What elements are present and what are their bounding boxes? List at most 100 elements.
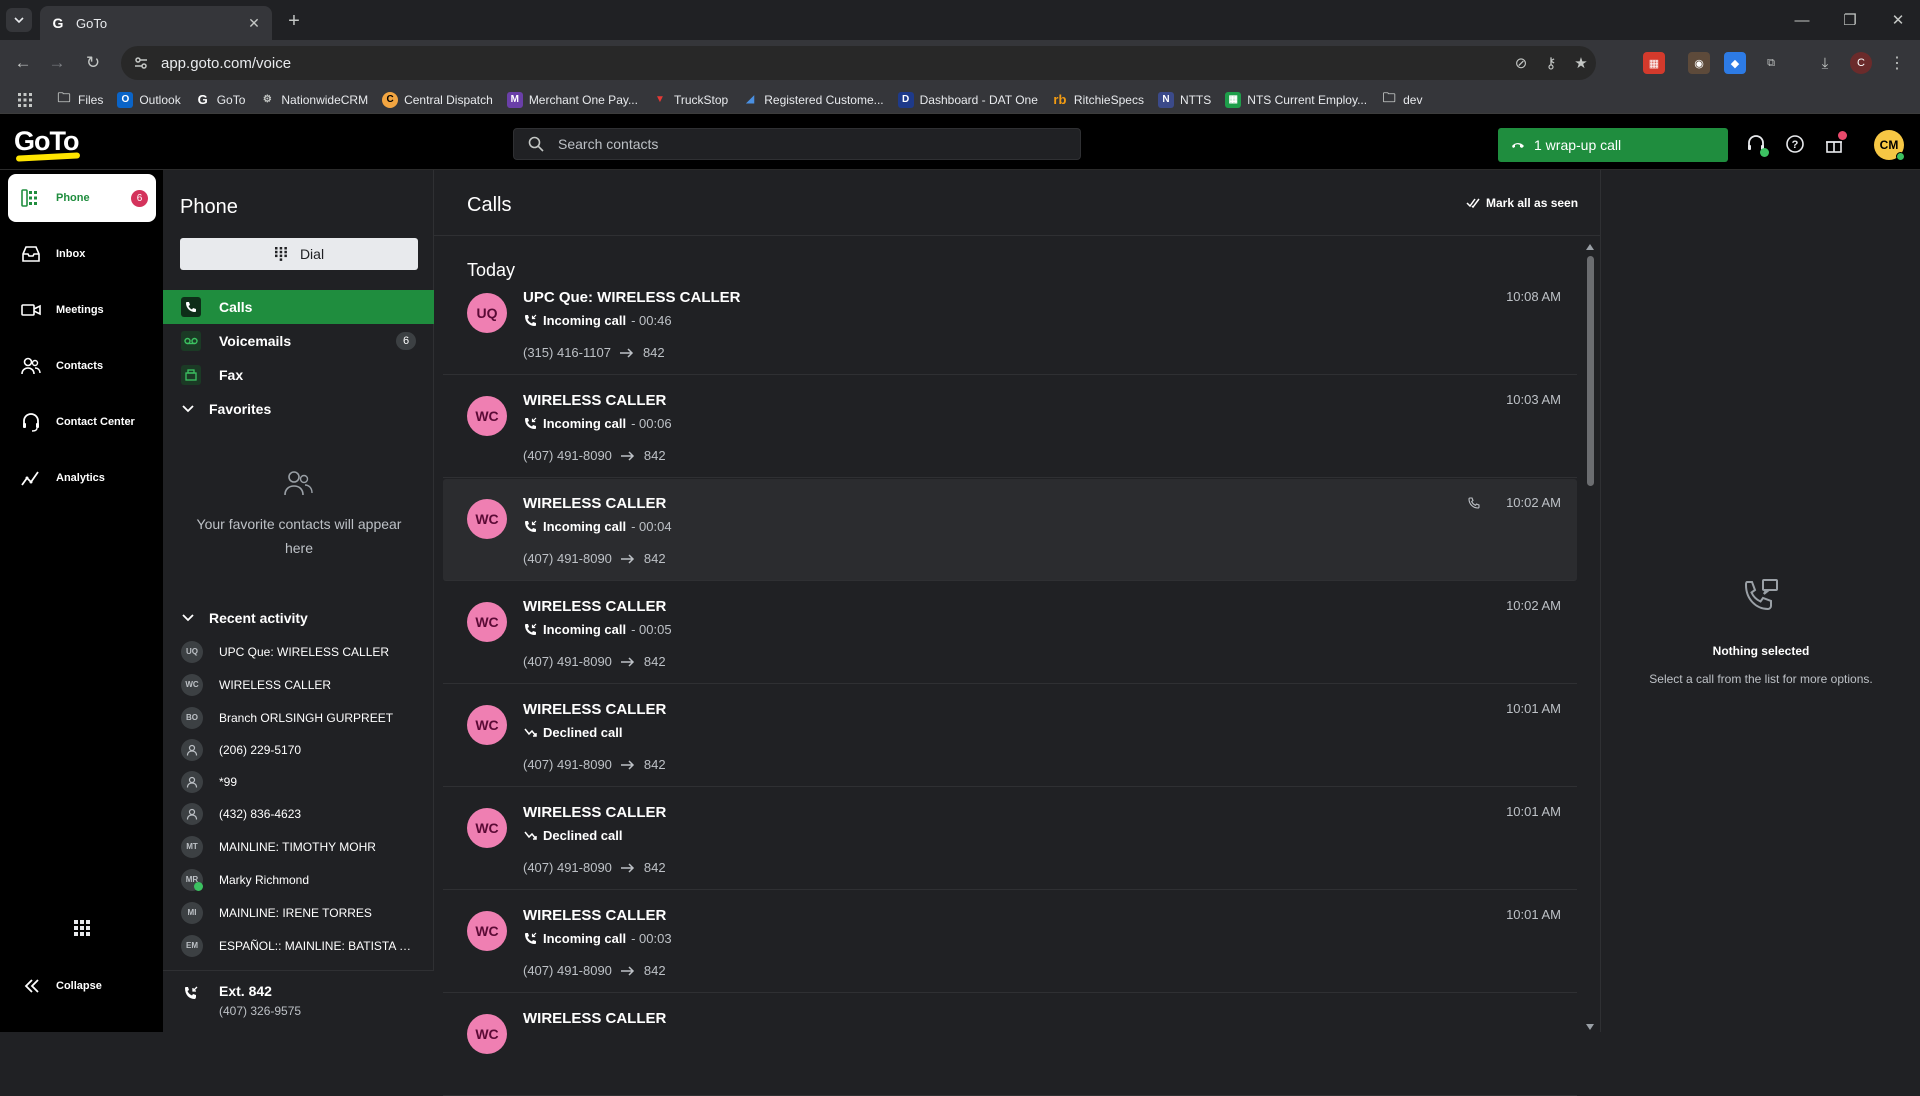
call-time: 10:01 AM [1506,804,1561,819]
extension-info[interactable]: Ext. 842 (407) 326-9575 [163,970,434,1032]
new-tab-icon[interactable]: + [283,10,305,32]
call-row[interactable]: WC WIRELESS CALLER Declined call (407) 491-… [443,685,1577,787]
phone-menu-fax[interactable]: Fax [163,358,434,392]
profile-avatar[interactable]: C [1850,52,1872,74]
site-info-icon[interactable] [127,49,155,77]
extension-2-icon[interactable]: ◉ [1688,52,1710,74]
nav-label: Analytics [56,472,105,484]
camera-blocked-icon[interactable]: ⊘ [1506,48,1536,78]
destination-extension: 842 [643,757,666,772]
contact-search[interactable] [513,128,1081,160]
phone-menu-voicemails[interactable]: Voicemails 6 [163,324,434,358]
call-row[interactable]: WC WIRELESS CALLER [443,994,1577,1096]
browser-menu-icon[interactable]: ⋮ [1886,52,1908,74]
favorites-section-toggle[interactable]: Favorites [181,401,271,417]
wrap-up-label: 1 wrap-up call [1534,137,1622,153]
calls-scrollbar[interactable] [1584,242,1596,1032]
tab-search-chevron-icon[interactable] [6,8,32,32]
recent-activity-item[interactable]: (432) 836-4623 [181,800,421,827]
extension-3-icon[interactable]: ◆ [1724,52,1746,74]
bookmark-outlook[interactable]: O Outlook [111,88,186,112]
mark-all-as-seen-button[interactable]: Mark all as seen [1466,196,1578,210]
recent-activity-item[interactable]: MR Marky Richmond [181,866,421,893]
bookmark-nationwidecrm[interactable]: ⚙ NationwideCRM [253,88,374,112]
close-window-icon[interactable]: ✕ [1876,6,1920,34]
call-route: (407) 491-8090 842 [523,654,666,669]
bookmark-ritchiespecs[interactable]: rb RitchieSpecs [1046,88,1150,112]
call-row[interactable]: WC WIRELESS CALLER Incoming call - 00:06 (40… [443,376,1577,478]
help-icon[interactable]: ? [1783,132,1807,156]
back-icon[interactable]: ← [10,50,36,76]
download-icon[interactable]: ⤓ [1814,52,1836,74]
scroll-down-arrow-icon[interactable] [1586,1024,1594,1030]
recent-activity-item[interactable]: BO Branch ORLSINGH GURPREET [181,704,421,731]
call-row[interactable]: WC WIRELESS CALLER Incoming call - 00:05 (40… [443,582,1577,684]
bookmark-star-icon[interactable]: ★ [1566,48,1596,78]
collapse-nav-button[interactable]: Collapse [22,976,102,996]
nav-inbox[interactable]: Inbox [8,230,156,278]
bookmark-truckstop[interactable]: ▼ TruckStop [646,88,734,112]
whats-new-gift-icon[interactable] [1822,131,1847,156]
nav-phone[interactable]: Phone 6 [8,174,156,222]
arrow-right-icon [620,552,636,566]
nav-analytics[interactable]: Analytics [8,454,156,502]
bookmark-ntts[interactable]: N NTTS [1152,88,1217,112]
call-back-phone-icon[interactable] [1467,496,1481,510]
bookmark-goto[interactable]: G GoTo [189,88,252,112]
call-row[interactable]: WC WIRELESS CALLER Incoming call - 00:03 (40… [443,891,1577,993]
password-key-icon[interactable]: ⚷ [1536,48,1566,78]
nav-meetings[interactable]: Meetings [8,286,156,334]
extensions-puzzle-icon[interactable]: ⧉ [1760,52,1782,74]
phone-icon [181,297,201,317]
goto-logo[interactable]: GoTo [14,126,81,162]
app-switcher-grid-icon[interactable] [70,916,94,940]
scrollbar-thumb[interactable] [1587,256,1594,486]
recent-activity-item[interactable]: (206) 229-5170 [181,736,421,763]
avatar-initials: CM [1879,138,1899,152]
call-row[interactable]: WC WIRELESS CALLER Declined call (407) 491-… [443,788,1577,890]
recent-activity-item[interactable]: *99 [181,768,421,795]
apps-grid-icon[interactable] [14,89,36,111]
dial-button[interactable]: Dial [180,238,418,270]
bookmark-dat-one[interactable]: D Dashboard - DAT One [892,88,1044,112]
nav-contacts[interactable]: Contacts [8,342,156,390]
wrap-up-call-button[interactable]: 1 wrap-up call [1498,128,1728,162]
recent-avatar: UQ [181,640,203,663]
goto-favicon-icon: G [52,15,64,31]
call-row[interactable]: WC WIRELESS CALLER Incoming call - 00:04 (40… [443,479,1577,581]
extension-1-icon[interactable]: ▦ [1643,52,1665,74]
user-avatar[interactable]: CM [1874,130,1905,161]
minimize-icon[interactable]: — [1780,6,1824,34]
address-bar[interactable]: app.goto.com/voice ⊘ ⚷ ★ [121,46,1596,80]
search-input[interactable] [558,136,1080,152]
bookmark-central-dispatch[interactable]: C Central Dispatch [376,88,499,112]
bookmark-registered-customer[interactable]: ◢ Registered Custome... [736,88,889,112]
incoming-call-icon [523,623,537,637]
forward-icon[interactable]: → [44,50,70,76]
declined-call-icon [523,726,537,740]
nav-contact-center[interactable]: Contact Center [8,398,156,446]
bookmark-merchant-one[interactable]: M Merchant One Pay... [501,88,644,112]
scroll-up-arrow-icon[interactable] [1586,244,1594,250]
bookmark-files[interactable]: 🗀 Files [50,88,109,112]
recent-activity-section-toggle[interactable]: Recent activity [181,610,308,626]
recent-activity-item[interactable]: WC WIRELESS CALLER [181,671,421,698]
recent-activity-item[interactable]: MI MAINLINE: IRENE TORRES [181,899,421,926]
call-time: 10:08 AM [1506,289,1561,304]
caller-number: (407) 491-8090 [523,757,612,772]
recent-name: MAINLINE: IRENE TORRES [219,905,372,920]
recent-activity-item[interactable]: EM ESPAÑOL:: MAINLINE: BATISTA MA... [181,932,421,959]
close-tab-icon[interactable]: ✕ [246,15,262,31]
recent-activity-item[interactable]: MT MAINLINE: TIMOTHY MOHR [181,833,421,860]
headset-status-icon[interactable] [1744,132,1769,157]
bookmark-nts-employees[interactable]: ▦ NTS Current Employ... [1219,88,1373,112]
empty-favorites-people-icon [281,468,315,498]
browser-tab-goto[interactable]: G GoTo ✕ [40,6,272,40]
bookmark-dev[interactable]: 🗀 dev [1375,88,1428,112]
recent-activity-item[interactable]: UQ UPC Que: WIRELESS CALLER [181,638,421,665]
reload-icon[interactable]: ↻ [80,50,106,76]
call-row[interactable]: UQ UPC Que: WIRELESS CALLER Incoming call -… [443,273,1577,375]
restore-icon[interactable]: ❐ [1828,6,1872,34]
arrow-right-icon [620,655,636,669]
phone-menu-calls[interactable]: Calls [163,290,434,324]
